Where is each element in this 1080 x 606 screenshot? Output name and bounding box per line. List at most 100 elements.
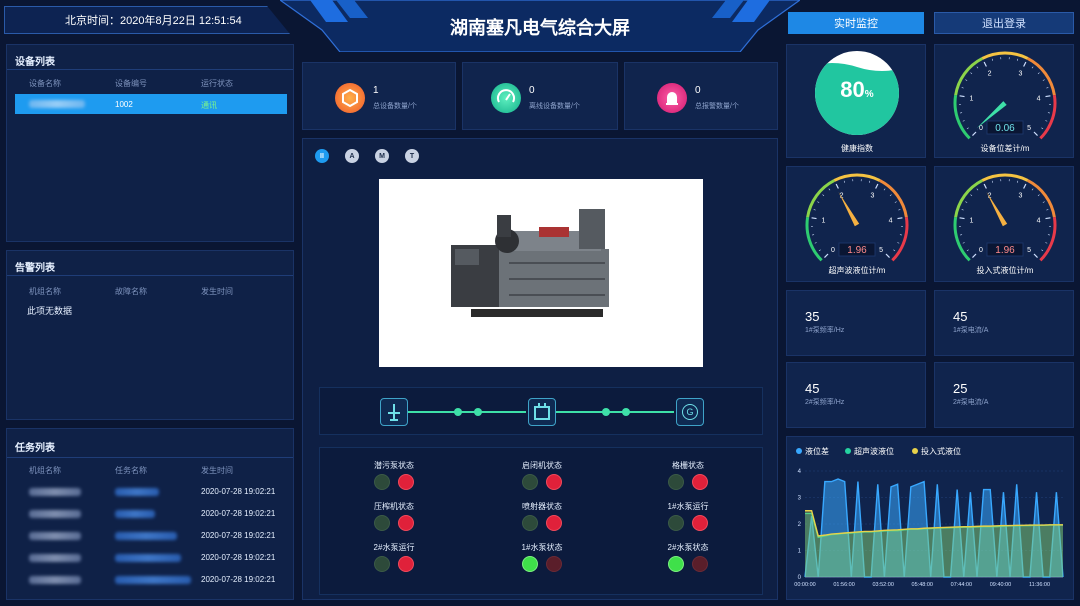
gauge-readout: 1.96 — [847, 245, 867, 256]
gauge-ultrasonic: 0123451.96 — [787, 167, 927, 281]
gauge-tick — [1024, 184, 1026, 188]
gauge-arc — [982, 53, 1027, 58]
task-list-panel: 任务列表 机组名称 任务名称 发生时间 2020-07-28 19:02:21 … — [6, 428, 294, 600]
gauge-tick — [1045, 120, 1047, 121]
gauge-tick — [876, 184, 878, 188]
stat-card-offline-devices: 0 离线设备数量/个 — [462, 62, 618, 130]
stat-label: 总设备数量/个 — [373, 101, 417, 111]
gauge-card-submersible: 0123451.96 投入式液位计/m — [934, 166, 1074, 282]
gauge-tick — [1032, 67, 1033, 69]
gauge-level-diff: 0123450.06 — [935, 45, 1075, 159]
legend-marker — [796, 448, 802, 454]
gauge-tick — [893, 250, 895, 251]
gauge-tick — [824, 254, 828, 258]
running-indicator — [522, 556, 538, 572]
diesel-generator-icon — [379, 179, 703, 367]
fault-indicator — [398, 515, 414, 531]
gauge-tick — [819, 250, 821, 251]
redacted-text — [29, 488, 81, 496]
metric-value: 25 — [953, 381, 967, 396]
y-tick-label: 1 — [798, 549, 802, 555]
gauge-tick — [822, 195, 824, 196]
table-row[interactable]: 1002 通讯 — [15, 94, 287, 114]
gauge-arc — [880, 180, 907, 217]
col-task-name: 任务名称 — [115, 465, 147, 476]
device-name-redacted — [29, 100, 85, 108]
table-row[interactable]: 2020-07-28 19:02:21 — [7, 549, 295, 567]
empty-message: 此项无数据 — [27, 304, 72, 317]
mode-auto-button[interactable]: A — [345, 149, 359, 163]
gauge-tick — [1043, 202, 1045, 203]
y-tick-label: 2 — [798, 522, 802, 528]
logout-button[interactable]: 退出登录 — [934, 12, 1074, 34]
gauge-tick-label: 3 — [870, 193, 874, 200]
gauge-tick — [1032, 189, 1033, 191]
status-grid: 潜污泵状态 启闭机状态 格栅状态 压榨机状态 喷射器状态 1#水泵运行 2#水泵… — [319, 447, 763, 595]
metric-label: 2#泵电流/A — [953, 397, 988, 407]
redacted-text — [29, 532, 81, 540]
gauge-tick — [1038, 195, 1040, 196]
level-chart-panel: 液位差超声波液位投入式液位0123400:00:0001:56:0003:52:… — [786, 436, 1074, 600]
table-row[interactable]: 2020-07-28 19:02:21 — [7, 505, 295, 523]
gauge-tick — [1043, 80, 1045, 81]
health-unit: % — [865, 89, 874, 100]
metric-card: 25 2#泵电流/A — [934, 362, 1074, 428]
gauge-tick — [992, 59, 993, 61]
gauge-tick — [869, 181, 870, 183]
status-label: 格栅状态 — [648, 460, 728, 471]
gauge-tick — [829, 189, 830, 191]
gauge-tick — [1045, 96, 1050, 97]
pump-tower-icon[interactable] — [380, 398, 408, 426]
mode-manual-button[interactable]: M — [375, 149, 389, 163]
mode-pause-button[interactable]: II — [315, 149, 329, 163]
gauge-tick — [895, 202, 897, 203]
fault-indicator — [546, 556, 562, 572]
motor-icon[interactable] — [528, 398, 556, 426]
gauge-arc — [956, 180, 983, 217]
task-time: 2020-07-28 19:02:21 — [201, 553, 275, 562]
generator-icon[interactable]: G — [676, 398, 704, 426]
gauge-tick — [963, 242, 965, 243]
realtime-monitor-button[interactable]: 实时监控 — [788, 12, 924, 34]
gauge-tick-label: 4 — [1037, 218, 1041, 225]
gauge-tick — [1041, 250, 1043, 251]
task-list-title: 任务列表 — [15, 439, 55, 454]
gauge-needle — [838, 192, 859, 226]
gauge-tick — [897, 218, 902, 219]
redacted-text — [29, 510, 81, 518]
status-label: 2#水泵状态 — [648, 542, 728, 553]
table-row[interactable]: 2020-07-28 19:02:21 — [7, 527, 295, 545]
metric-card: 35 1#泵频率/Hz — [786, 290, 926, 356]
gauge-tick-label: 2 — [840, 193, 844, 200]
gauge-tick — [972, 254, 976, 258]
legend-marker — [912, 448, 918, 454]
health-value: 80% — [827, 77, 887, 103]
fault-indicator — [546, 474, 562, 490]
col-device-code: 设备编号 — [115, 78, 147, 89]
stat-value: 0 — [695, 85, 701, 96]
gauge-arc — [1040, 217, 1055, 260]
status-label: 1#水泵运行 — [648, 501, 728, 512]
metric-label: 2#泵频率/Hz — [805, 397, 844, 407]
header: 北京时间：2020年8月22日 12:51:54 湖南塞凡电气综合大屏 实时监控… — [0, 0, 1080, 44]
stopped-indicator — [374, 556, 390, 572]
gauge-tick — [963, 120, 965, 121]
clock-label: 北京时间： — [65, 12, 120, 28]
equipment-panel: II A M T — [302, 138, 778, 600]
gauge-tick — [967, 250, 969, 251]
health-number: 80 — [840, 77, 864, 102]
gauge-arc — [807, 217, 822, 260]
gauge-tick — [890, 195, 892, 196]
redacted-text — [29, 576, 81, 584]
table-row[interactable]: 2020-07-28 19:02:21 — [7, 571, 295, 589]
clock-box: 北京时间：2020年8月22日 12:51:54 — [4, 6, 290, 34]
metric-card: 45 1#泵电流/A — [934, 290, 1074, 356]
table-row[interactable]: 2020-07-28 19:02:21 — [7, 483, 295, 501]
gauge-tick — [984, 184, 986, 188]
x-tick-label: 05:48:00 — [912, 582, 933, 588]
mode-timer-button[interactable]: T — [405, 149, 419, 163]
flow-diagram: G — [319, 387, 763, 435]
stat-card-total-alarms: 0 总报警数量/个 — [624, 62, 778, 130]
gauge-tick-label: 4 — [889, 218, 893, 225]
col-run-status: 运行状态 — [201, 78, 233, 89]
